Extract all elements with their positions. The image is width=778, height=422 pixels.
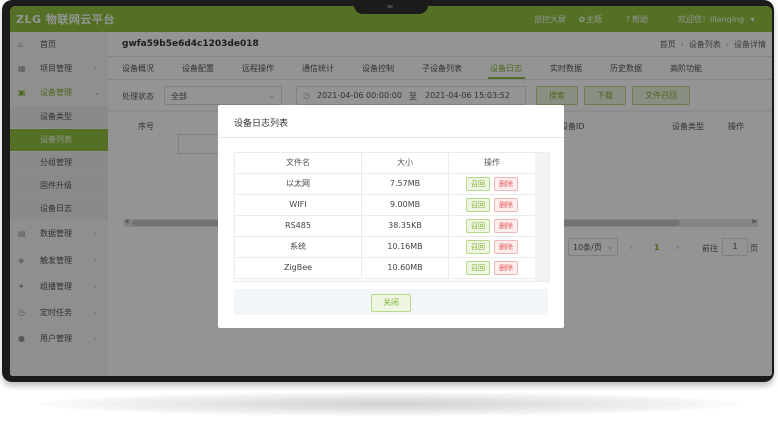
- file-name: ZigBee: [235, 258, 362, 278]
- modal-divider: [218, 137, 564, 138]
- file-size: 9.00MB: [362, 195, 449, 215]
- column-header-filename: 文件名: [235, 153, 362, 173]
- file-size: 10.16MB: [362, 237, 449, 257]
- row-actions: 召回 删除: [449, 195, 535, 215]
- table-row: RS485 38.35KB 召回 删除: [235, 216, 535, 237]
- camera-notch: [354, 0, 428, 14]
- device-log-modal: 设备日志列表 文件名 大小 操作 以太网 7.57MB 召回 删除 WIFI 9…: [218, 105, 564, 328]
- file-name: 以太网: [235, 174, 362, 194]
- recall-button[interactable]: 召回: [466, 261, 490, 275]
- table-row: WIFI 9.00MB 召回 删除: [235, 195, 535, 216]
- file-name: RS485: [235, 216, 362, 236]
- log-file-header-row: 文件名 大小 操作: [235, 153, 535, 174]
- delete-button[interactable]: 删除: [494, 219, 518, 233]
- recall-button[interactable]: 召回: [466, 198, 490, 212]
- table-row: 以太网 7.57MB 召回 删除: [235, 174, 535, 195]
- delete-button[interactable]: 删除: [494, 177, 518, 191]
- column-header-size: 大小: [362, 153, 449, 173]
- modal-footer: 关闭: [234, 289, 548, 315]
- row-actions: 召回 删除: [449, 258, 535, 278]
- device-shadow: [40, 392, 740, 416]
- recall-button[interactable]: 召回: [466, 219, 490, 233]
- row-actions: 召回 删除: [449, 174, 535, 194]
- recall-button[interactable]: 召回: [466, 240, 490, 254]
- file-name: 系统: [235, 237, 362, 257]
- delete-button[interactable]: 删除: [494, 198, 518, 212]
- close-button[interactable]: 关闭: [371, 294, 411, 312]
- row-actions: 召回 删除: [449, 237, 535, 257]
- camera-icon: [387, 5, 393, 8]
- delete-button[interactable]: 删除: [494, 240, 518, 254]
- log-file-table: 文件名 大小 操作 以太网 7.57MB 召回 删除 WIFI 9.00MB 召回…: [234, 152, 550, 282]
- file-size: 10.60MB: [362, 258, 449, 278]
- table-row: ZigBee 10.60MB 召回 删除: [235, 258, 535, 279]
- table-row: 系统 10.16MB 召回 删除: [235, 237, 535, 258]
- file-size: 7.57MB: [362, 174, 449, 194]
- file-name: WIFI: [235, 195, 362, 215]
- laptop-frame: ZLG 物联网云平台 监控大屏 ✿主题 ? 帮助 欢迎您！lilanqing ▾ …: [2, 0, 774, 382]
- delete-button[interactable]: 删除: [494, 261, 518, 275]
- file-size: 38.35KB: [362, 216, 449, 236]
- vertical-scrollbar[interactable]: [535, 153, 549, 281]
- column-header-actions: 操作: [484, 158, 500, 167]
- modal-title: 设备日志列表: [234, 119, 289, 129]
- app-screen: ZLG 物联网云平台 监控大屏 ✿主题 ? 帮助 欢迎您！lilanqing ▾ …: [10, 6, 772, 376]
- row-actions: 召回 删除: [449, 216, 535, 236]
- recall-button[interactable]: 召回: [466, 177, 490, 191]
